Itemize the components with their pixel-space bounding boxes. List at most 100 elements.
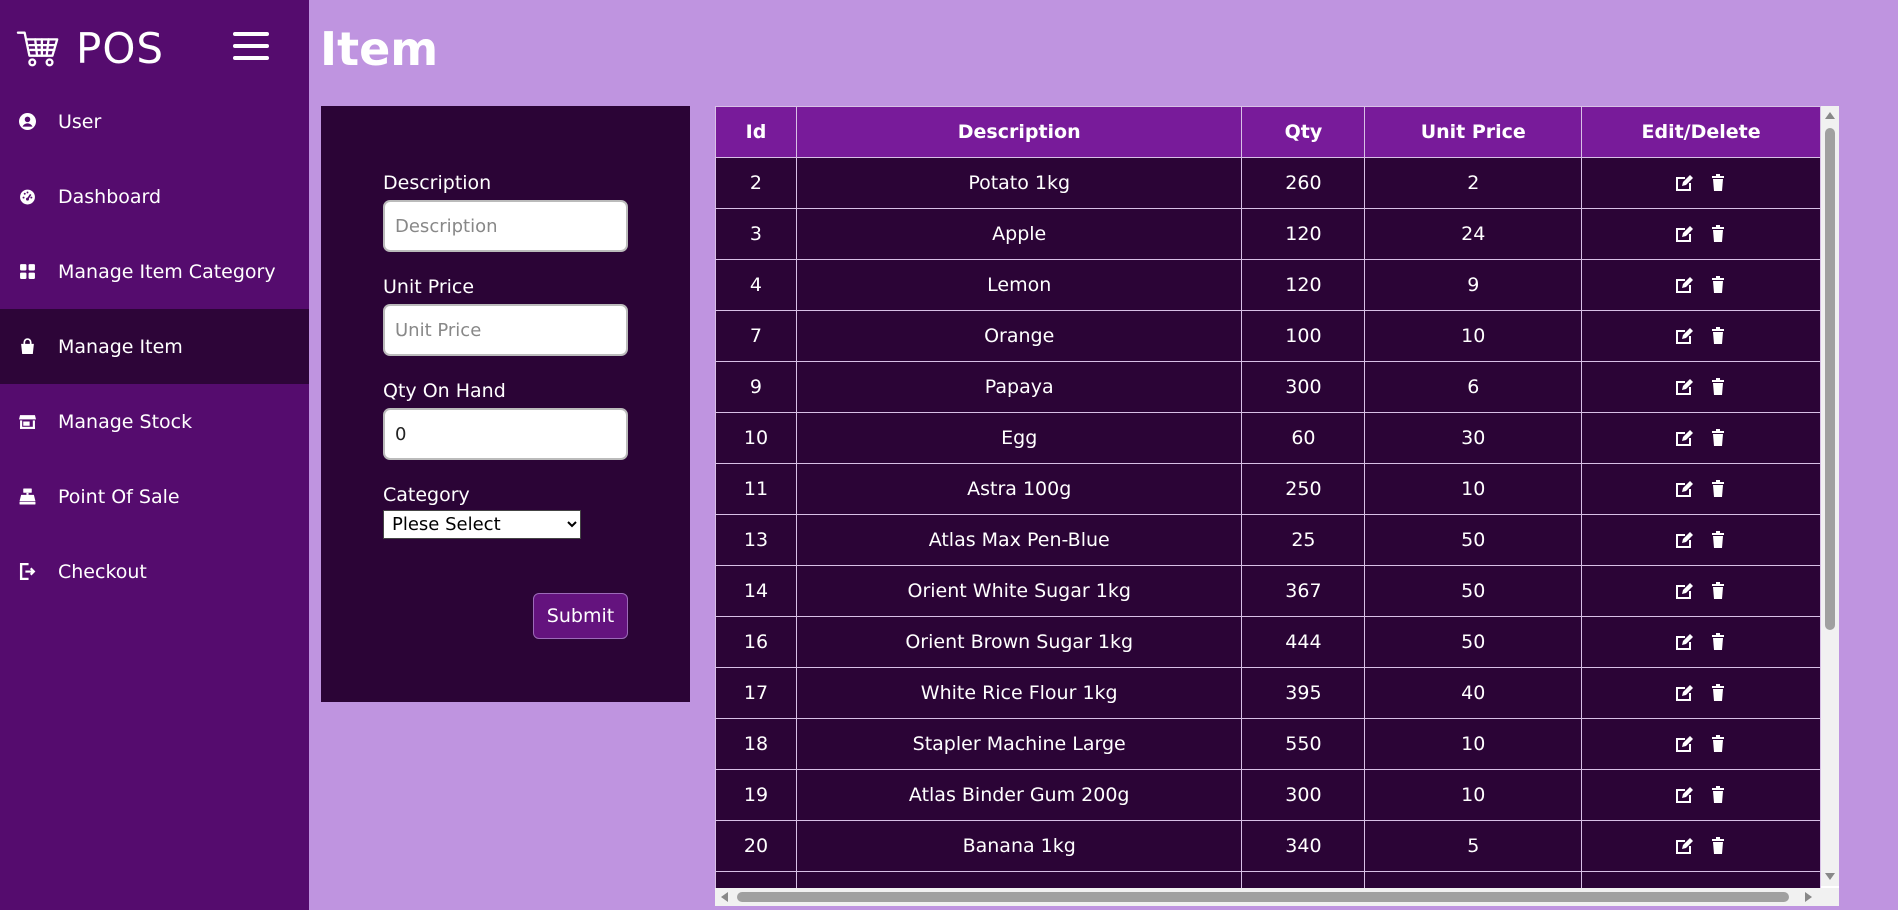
edit-icon[interactable]: [1674, 377, 1694, 397]
row-actions: [1582, 377, 1820, 397]
table-row[interactable]: 19 Atlas Binder Gum 200g 300 10: [715, 769, 1821, 821]
edit-icon[interactable]: [1674, 275, 1694, 295]
row-actions: [1582, 734, 1820, 754]
delete-icon[interactable]: [1708, 683, 1728, 703]
submit-button[interactable]: Submit: [533, 593, 628, 639]
delete-icon[interactable]: [1708, 173, 1728, 193]
sidebar-item-manage-item-category[interactable]: Manage Item Category: [0, 234, 309, 309]
item-form: Description Unit Price Qty On Hand Categ…: [383, 172, 628, 539]
scroll-left-icon[interactable]: [721, 892, 728, 902]
table-row[interactable]: 16 Orient Brown Sugar 1kg 444 50: [715, 616, 1821, 668]
table-row[interactable]: 10 Egg 60 30: [715, 412, 1821, 464]
sidebar-item-label: Manage Item: [58, 335, 183, 358]
delete-icon[interactable]: [1708, 428, 1728, 448]
edit-icon[interactable]: [1674, 530, 1694, 550]
table-row[interactable]: 3 Apple 120 24: [715, 208, 1821, 260]
cell-unit-price: 10: [1364, 463, 1583, 515]
cell-qty: 550: [1241, 718, 1366, 770]
cell-id: 11: [715, 463, 797, 515]
edit-icon[interactable]: [1674, 224, 1694, 244]
delete-icon[interactable]: [1708, 224, 1728, 244]
cell-description: Egg: [795, 412, 1243, 464]
delete-icon[interactable]: [1708, 326, 1728, 346]
edit-icon[interactable]: [1674, 326, 1694, 346]
delete-icon[interactable]: [1708, 530, 1728, 550]
cell-description: Potato 1kg: [795, 157, 1243, 209]
row-actions: [1582, 173, 1820, 193]
description-label: Description: [383, 172, 492, 194]
table-row[interactable]: 9 Papaya 300 6: [715, 361, 1821, 413]
table-row[interactable]: 14 Orient White Sugar 1kg 367 50: [715, 565, 1821, 617]
table-row[interactable]: 4 Lemon 120 9: [715, 259, 1821, 311]
description-input[interactable]: [383, 200, 628, 252]
cell-description: Orange: [795, 310, 1243, 362]
sidebar-item-checkout[interactable]: Checkout: [0, 534, 309, 609]
sidebar-item-point-of-sale[interactable]: Point Of Sale: [0, 459, 309, 534]
sidebar-item-user[interactable]: User: [0, 84, 309, 159]
edit-icon[interactable]: [1674, 836, 1694, 856]
delete-icon[interactable]: [1708, 479, 1728, 499]
cell-id: 13: [715, 514, 797, 566]
cell-id: 4: [715, 259, 797, 311]
sidebar-item-manage-item[interactable]: Manage Item: [0, 309, 309, 384]
table-row[interactable]: 11 Astra 100g 250 10: [715, 463, 1821, 515]
cell-unit-price: 5: [1364, 820, 1583, 872]
qty-on-hand-input[interactable]: [383, 408, 628, 460]
brand[interactable]: POS: [16, 18, 164, 78]
menu-toggle-icon[interactable]: [233, 32, 269, 64]
vertical-scrollbar[interactable]: [1821, 106, 1839, 886]
cell-id: 3: [715, 208, 797, 260]
delete-icon[interactable]: [1708, 632, 1728, 652]
unit-price-input[interactable]: [383, 304, 628, 356]
items-table: Id Description Qty Unit Price Edit/Delet…: [715, 106, 1821, 906]
shopping-cart-icon: [16, 31, 59, 67]
cell-qty: 395: [1241, 667, 1366, 719]
cell-qty: 250: [1241, 463, 1366, 515]
cell-description: Orient White Sugar 1kg: [795, 565, 1243, 617]
delete-icon[interactable]: [1708, 836, 1728, 856]
cell-unit-price: 2: [1364, 157, 1583, 209]
qty-on-hand-label: Qty On Hand: [383, 380, 506, 402]
sidebar-item-label: Manage Stock: [58, 410, 193, 433]
table-row[interactable]: 7 Orange 100 10: [715, 310, 1821, 362]
sidebar-item-label: Manage Item Category: [58, 260, 276, 283]
horizontal-scrollbar[interactable]: [715, 888, 1839, 906]
sidebar-item-dashboard[interactable]: Dashboard: [0, 159, 309, 234]
cell-unit-price: 10: [1364, 718, 1583, 770]
edit-icon[interactable]: [1674, 479, 1694, 499]
edit-icon[interactable]: [1674, 428, 1694, 448]
table-row[interactable]: 20 Banana 1kg 340 5: [715, 820, 1821, 872]
delete-icon[interactable]: [1708, 734, 1728, 754]
table-row[interactable]: 18 Stapler Machine Large 550 10: [715, 718, 1821, 770]
sidebar-item-manage-stock[interactable]: Manage Stock: [0, 384, 309, 459]
scroll-right-icon[interactable]: [1805, 892, 1812, 902]
horizontal-scroll-thumb[interactable]: [737, 892, 1789, 902]
grid-icon: [18, 263, 36, 281]
edit-icon[interactable]: [1674, 632, 1694, 652]
cell-id: 16: [715, 616, 797, 668]
cell-unit-price: 10: [1364, 310, 1583, 362]
table-row[interactable]: 17 White Rice Flour 1kg 395 40: [715, 667, 1821, 719]
cell-description: Stapler Machine Large: [795, 718, 1243, 770]
delete-icon[interactable]: [1708, 581, 1728, 601]
row-actions: [1582, 326, 1820, 346]
delete-icon[interactable]: [1708, 785, 1728, 805]
delete-icon[interactable]: [1708, 377, 1728, 397]
edit-icon[interactable]: [1674, 734, 1694, 754]
delete-icon[interactable]: [1708, 275, 1728, 295]
edit-icon[interactable]: [1674, 785, 1694, 805]
table-row[interactable]: 2 Potato 1kg 260 2: [715, 157, 1821, 209]
edit-icon[interactable]: [1674, 683, 1694, 703]
row-actions: [1582, 479, 1820, 499]
edit-icon[interactable]: [1674, 173, 1694, 193]
vertical-scroll-thumb[interactable]: [1825, 128, 1835, 630]
cell-id: 19: [715, 769, 797, 821]
edit-icon[interactable]: [1674, 581, 1694, 601]
category-select[interactable]: Plese Select: [383, 510, 581, 539]
cell-actions: [1581, 667, 1821, 719]
column-header-unit-price: Unit Price: [1364, 106, 1583, 158]
scroll-up-icon[interactable]: [1825, 112, 1835, 119]
cell-id: 9: [715, 361, 797, 413]
table-row[interactable]: 13 Atlas Max Pen-Blue 25 50: [715, 514, 1821, 566]
scroll-down-icon[interactable]: [1825, 873, 1835, 880]
